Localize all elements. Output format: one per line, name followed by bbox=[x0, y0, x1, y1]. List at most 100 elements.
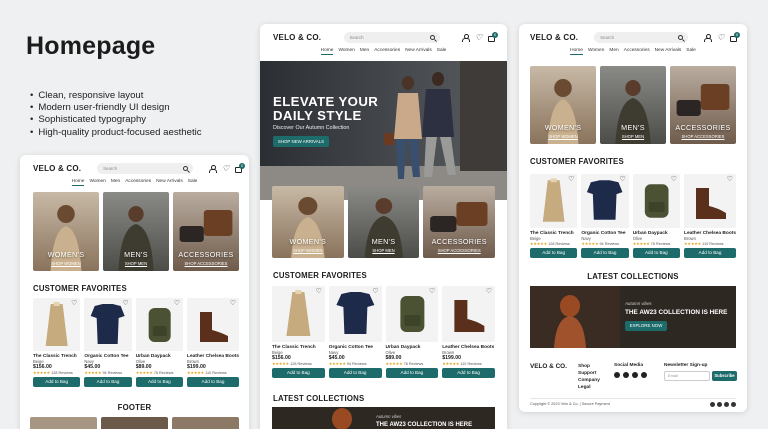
add-to-bag-button[interactable]: Add to Bag bbox=[442, 368, 495, 378]
add-to-bag-button[interactable]: Add to Bag bbox=[84, 377, 132, 387]
pinterest-icon[interactable] bbox=[641, 372, 647, 378]
instagram-icon[interactable] bbox=[614, 372, 620, 378]
wishlist-icon[interactable]: ♡ bbox=[372, 287, 378, 295]
wishlist-icon[interactable]: ♡ bbox=[486, 287, 492, 295]
wishlist-icon[interactable]: ♡ bbox=[174, 299, 180, 307]
account-icon[interactable] bbox=[208, 165, 217, 173]
wishlist-icon[interactable]: ♡ bbox=[122, 299, 128, 307]
product-image[interactable]: ♡ bbox=[84, 298, 132, 351]
footer-link-legal[interactable]: Legal bbox=[578, 384, 600, 391]
wishlist-icon[interactable]: ♡ bbox=[717, 34, 724, 42]
category-link[interactable]: SHOP MEN bbox=[348, 248, 420, 253]
product-card[interactable]: ♡ The Classic Trench Beige $156.00 ★★★★★… bbox=[272, 286, 325, 378]
bag-icon[interactable]: 0 bbox=[729, 31, 740, 42]
wishlist-icon[interactable]: ♡ bbox=[230, 299, 236, 307]
facebook-icon[interactable] bbox=[623, 372, 629, 378]
nav-accessories[interactable]: Accessories bbox=[374, 48, 400, 55]
product-card[interactable]: ♡ Leather Chelsea Boots Brown $199.00 ★★… bbox=[187, 298, 240, 387]
nav-home[interactable]: Home bbox=[570, 48, 583, 55]
product-card[interactable]: ♡ Urban Daypack Olive $89.00 ★★★★★ 76 Re… bbox=[135, 298, 184, 387]
nav-men[interactable]: Men bbox=[111, 179, 120, 186]
wishlist-icon[interactable]: ♡ bbox=[568, 175, 574, 183]
nav-women[interactable]: Women bbox=[89, 179, 105, 186]
brand-logo[interactable]: VELO & CO. bbox=[273, 33, 321, 42]
category-card-accessories[interactable]: ACCESSORIES SHOP ACCESSORIES bbox=[423, 186, 496, 258]
search-input[interactable]: Search bbox=[594, 32, 689, 43]
product-image[interactable]: ♡ bbox=[581, 174, 629, 228]
nav-sale[interactable]: Sale bbox=[437, 48, 447, 55]
wishlist-icon[interactable]: ♡ bbox=[429, 287, 435, 295]
account-icon[interactable] bbox=[461, 34, 470, 42]
category-link[interactable]: SHOP ACCESSORIES bbox=[173, 261, 239, 266]
add-to-bag-button[interactable]: Add to Bag bbox=[135, 377, 184, 387]
footer-link-company[interactable]: Company bbox=[578, 377, 600, 384]
wishlist-icon[interactable]: ♡ bbox=[315, 287, 321, 295]
category-link[interactable]: SHOP WOMEN bbox=[272, 248, 344, 253]
wishlist-icon[interactable]: ♡ bbox=[222, 165, 229, 173]
category-card-men[interactable]: MEN'S SHOP MEN bbox=[103, 192, 169, 271]
category-link[interactable]: SHOP ACCESSORIES bbox=[670, 134, 736, 139]
nav-sale[interactable]: Sale bbox=[188, 179, 198, 186]
brand-logo[interactable]: VELO & CO. bbox=[33, 164, 81, 173]
category-card-men[interactable]: MEN'S SHOP MEN bbox=[347, 186, 420, 258]
nav-new-arrivals[interactable]: New Arrivals bbox=[405, 48, 432, 55]
category-card-accessories[interactable]: ACCESSORIES SHOP ACCESSORIES bbox=[173, 192, 239, 271]
product-image[interactable]: ♡ bbox=[684, 174, 737, 228]
search-icon[interactable] bbox=[678, 35, 684, 40]
add-to-bag-button[interactable]: Add to Bag bbox=[33, 377, 81, 387]
bag-icon[interactable]: 0 bbox=[234, 162, 245, 173]
shop-new-arrivals-button[interactable]: SHOP NEW ARRIVALS bbox=[273, 136, 329, 147]
wishlist-icon[interactable]: ♡ bbox=[671, 175, 677, 183]
email-input[interactable]: Email bbox=[664, 371, 710, 381]
nav-home[interactable]: Home bbox=[320, 48, 334, 55]
product-image[interactable]: ♡ bbox=[328, 286, 382, 342]
product-card[interactable]: ♡ The Classic Trench Beige ★★★★★ 128 Rev… bbox=[530, 174, 578, 258]
nav-accessories[interactable]: Accessories bbox=[624, 48, 650, 55]
search-input[interactable]: Search bbox=[343, 32, 440, 43]
product-image[interactable]: ♡ bbox=[135, 298, 184, 351]
product-card[interactable]: ♡ Organic Cotton Tee Navy ★★★★★ 94 Revie… bbox=[581, 174, 629, 258]
category-card-women[interactable]: WOMEN'S SHOP WOMEN bbox=[272, 186, 344, 258]
search-icon[interactable] bbox=[429, 35, 435, 40]
brand-logo[interactable]: VELO & CO. bbox=[530, 33, 578, 42]
add-to-bag-button[interactable]: Add to Bag bbox=[187, 377, 240, 387]
wishlist-icon[interactable]: ♡ bbox=[71, 299, 77, 307]
wishlist-icon[interactable]: ♡ bbox=[619, 175, 625, 183]
nav-women[interactable]: Women bbox=[588, 48, 604, 55]
product-card[interactable]: ♡ Urban Daypack Olive ★★★★★ 76 Reviews A… bbox=[632, 174, 681, 258]
explore-now-button[interactable]: EXPLORE NOW bbox=[625, 321, 667, 331]
wishlist-icon[interactable]: ♡ bbox=[475, 34, 482, 42]
category-link[interactable]: SHOP MEN bbox=[103, 261, 169, 266]
product-image[interactable]: ♡ bbox=[632, 174, 681, 228]
add-to-bag-button[interactable]: Add to Bag bbox=[530, 248, 578, 258]
nav-new-arrivals[interactable]: New Arrivals bbox=[655, 48, 682, 55]
search-input[interactable]: Search bbox=[97, 163, 194, 174]
add-to-bag-button[interactable]: Add to Bag bbox=[632, 248, 681, 258]
nav-home[interactable]: Home bbox=[71, 179, 85, 186]
category-card-men[interactable]: MEN'S SHOP MEN bbox=[600, 66, 666, 144]
wishlist-icon[interactable]: ♡ bbox=[727, 175, 733, 183]
category-card-women[interactable]: WOMEN'S SHOP WOMEN bbox=[33, 192, 99, 271]
search-icon[interactable] bbox=[183, 166, 189, 171]
nav-sale[interactable]: Sale bbox=[686, 48, 696, 55]
category-card-accessories[interactable]: ACCESSORIES SHOP ACCESSORIES bbox=[670, 66, 736, 144]
product-card[interactable]: ♡ Organic Cotton Tee Navy $45.00 ★★★★★ 9… bbox=[84, 298, 132, 387]
product-image[interactable]: ♡ bbox=[272, 286, 325, 342]
add-to-bag-button[interactable]: Add to Bag bbox=[272, 368, 325, 378]
product-card[interactable]: ♡ Organic Cotton Tee Navy $45.00 ★★★★★ 9… bbox=[328, 286, 382, 378]
nav-women[interactable]: Women bbox=[338, 48, 354, 55]
add-to-bag-button[interactable]: Add to Bag bbox=[684, 248, 737, 258]
category-link[interactable]: SHOP MEN bbox=[600, 134, 666, 139]
twitter-icon[interactable] bbox=[632, 372, 638, 378]
product-card[interactable]: ♡ The Classic Trench Beige $156.00 ★★★★★… bbox=[33, 298, 81, 387]
product-image[interactable]: ♡ bbox=[33, 298, 81, 351]
subscribe-button[interactable]: Subscribe bbox=[712, 371, 737, 381]
footer-link-support[interactable]: Support bbox=[578, 370, 600, 377]
category-card-women[interactable]: WOMEN'S SHOP WOMEN bbox=[530, 66, 596, 144]
category-link[interactable]: SHOP WOMEN bbox=[530, 134, 596, 139]
nav-new-arrivals[interactable]: New Arrivals bbox=[156, 179, 183, 186]
product-card[interactable]: ♡ Leather Chelsea Boots Brown $199.00 ★★… bbox=[442, 286, 495, 378]
product-image[interactable]: ♡ bbox=[530, 174, 578, 228]
product-image[interactable]: ♡ bbox=[187, 298, 240, 351]
category-link[interactable]: SHOP ACCESSORIES bbox=[423, 248, 495, 253]
